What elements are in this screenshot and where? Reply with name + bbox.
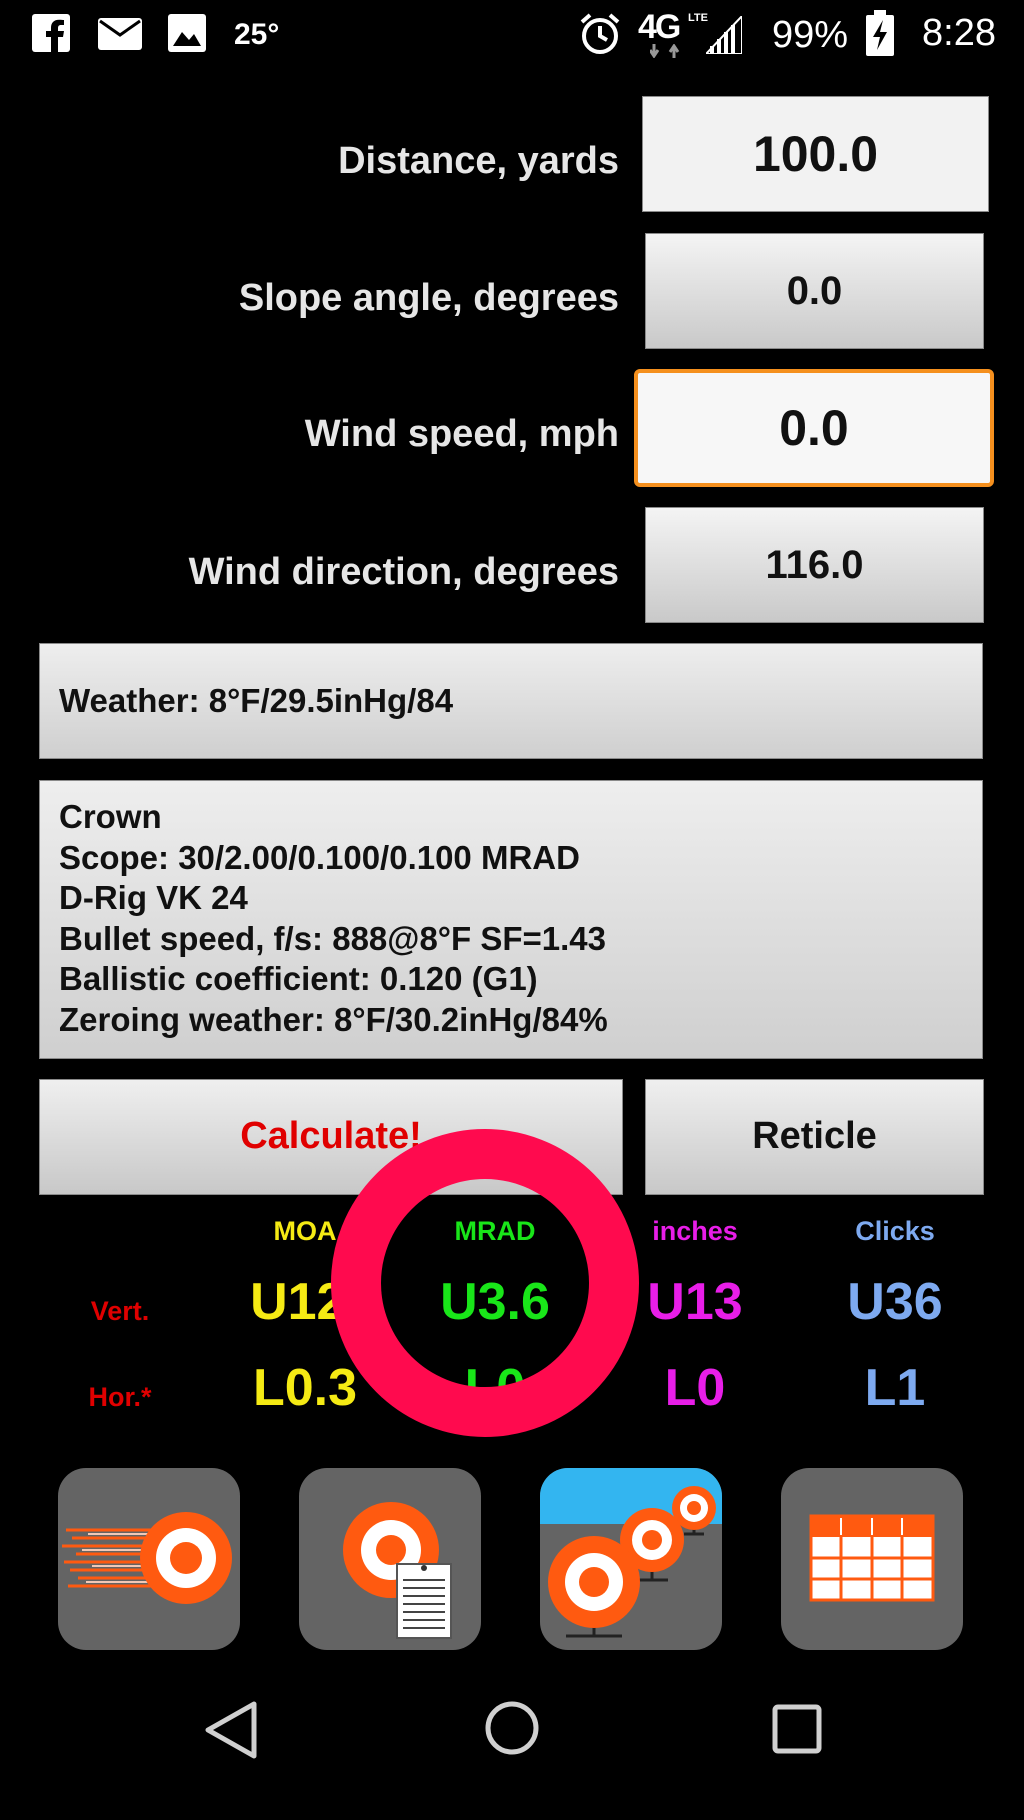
weather-button[interactable]: Weather: 8°F/29.5inHg/84: [39, 643, 983, 759]
table-grid-icon: [809, 1514, 935, 1602]
network-type-text: 4G: [638, 8, 681, 46]
home-nav-icon[interactable]: [484, 1700, 540, 1756]
signal-icon: [706, 16, 742, 54]
image-icon: [168, 14, 206, 52]
distance-label: Distance, yards: [338, 140, 619, 182]
target-notes-tool-button[interactable]: [299, 1468, 481, 1650]
wind-speed-input[interactable]: 0.0: [634, 369, 994, 487]
wind-direction-button[interactable]: 116.0: [645, 507, 984, 623]
slope-label: Slope angle, degrees: [238, 277, 619, 319]
battery-charging-icon: [866, 10, 894, 56]
distance-input[interactable]: 100.0: [642, 96, 989, 212]
profile-zeroing-weather: Zeroing weather: 8°F/30.2inHg/84%: [59, 1000, 608, 1038]
temperature-text: 25°: [234, 18, 280, 51]
status-bar: 25° 4G LTE 99% 8:28: [0, 0, 1024, 70]
ballistic-table-tool-button[interactable]: [781, 1468, 963, 1650]
target-speed-icon: [62, 1512, 232, 1604]
vert-clicks-value: U36: [847, 1273, 943, 1331]
wind-direction-label: Wind direction, degrees: [188, 551, 619, 593]
multi-target-tool-button[interactable]: [540, 1468, 722, 1650]
profile-scope: Scope: 30/2.00/0.100/0.100 MRAD: [59, 838, 580, 876]
reticle-button[interactable]: Reticle: [645, 1079, 984, 1195]
network-sub-text: LTE: [688, 12, 708, 24]
data-arrows-icon: [650, 44, 680, 58]
distance-value: 100.0: [752, 126, 879, 182]
back-nav-icon[interactable]: [204, 1700, 258, 1760]
profile-bullet-speed: Bullet speed, f/s: 888@8°F SF=1.43: [59, 919, 606, 957]
target-document-icon: [343, 1502, 452, 1639]
wind-speed-label: Wind speed, mph: [304, 413, 619, 455]
recents-nav-icon[interactable]: [772, 1704, 822, 1754]
touch-indicator-ring-icon: [331, 1129, 639, 1437]
alarm-icon: [580, 13, 620, 54]
multi-target-range-icon: [540, 1468, 722, 1638]
wind-direction-value: 116.0: [765, 543, 864, 587]
speed-target-tool-button[interactable]: [58, 1468, 240, 1650]
hor-label: Hor.*: [88, 1382, 152, 1412]
profile-ballistic-coefficient: Ballistic coefficient: 0.120 (G1): [59, 960, 538, 997]
battery-percent-text: 99%: [772, 14, 849, 56]
facebook-icon: [32, 14, 70, 52]
hor-clicks-value: L1: [864, 1359, 926, 1417]
slope-angle-button[interactable]: 0.0: [645, 233, 984, 349]
wind-speed-value: 0.0: [779, 400, 849, 456]
clicks-header: Clicks: [855, 1216, 935, 1246]
weather-text: Weather: 8°F/29.5inHg/84: [59, 682, 454, 719]
profile-rifle: D-Rig VK 24: [59, 879, 248, 916]
profile-name: Crown: [59, 798, 162, 835]
clock-text: 8:28: [922, 12, 996, 54]
slope-value: 0.0: [786, 269, 843, 313]
mail-icon: [98, 18, 142, 50]
profile-button[interactable]: Crown Scope: 30/2.00/0.100/0.100 MRAD D-…: [39, 780, 983, 1059]
inches-header: inches: [652, 1216, 738, 1246]
vert-label: Vert.: [90, 1296, 150, 1326]
